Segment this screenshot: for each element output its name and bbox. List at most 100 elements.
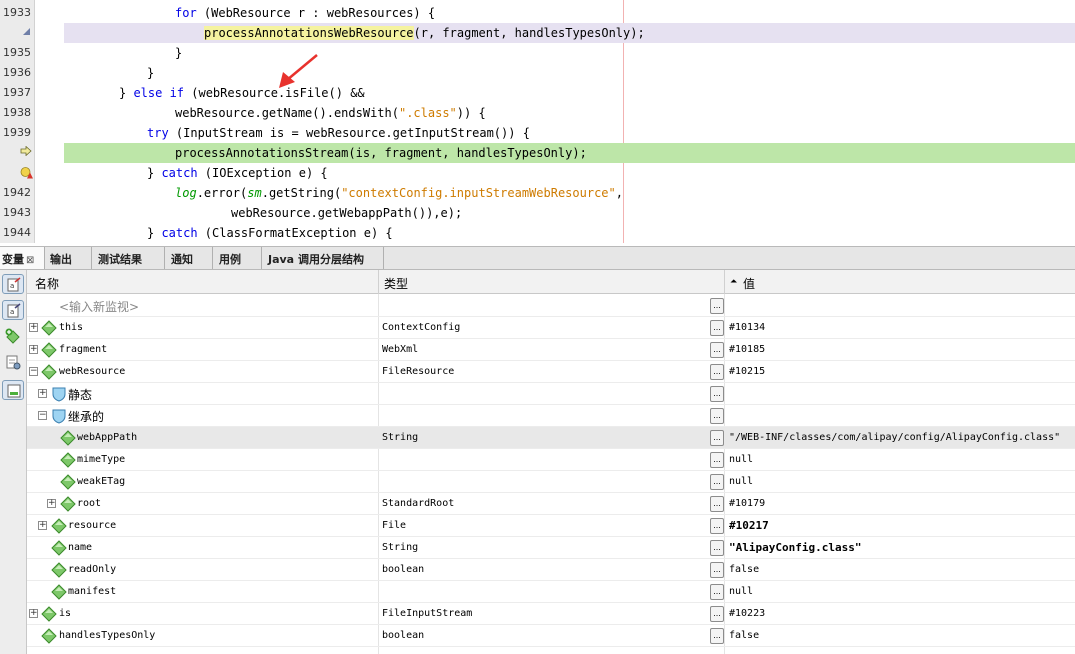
collapse-icon[interactable]: − (38, 411, 47, 420)
code-line[interactable]: 1939 try (InputStream is = webResource.g… (0, 123, 1075, 143)
code-text: webResource.getWebappPath()),e); (231, 206, 463, 220)
edit-button[interactable]: ... (710, 496, 724, 512)
table-row[interactable]: webAppPath String... "/WEB-INF/classes/com… (27, 427, 1075, 449)
variable-value[interactable]: false (729, 564, 759, 575)
expand-icon[interactable]: + (29, 345, 38, 354)
collapse-icon[interactable]: − (29, 367, 38, 376)
variable-value[interactable]: null (729, 476, 753, 487)
edit-button[interactable]: ... (710, 386, 724, 402)
table-row[interactable]: − 继承的... (27, 405, 1075, 427)
code-line[interactable]: 1937 } else if (webResource.isFile() && (0, 83, 1075, 103)
code-line[interactable]: processAnnotationsWebResource(r, fragmen… (0, 23, 1075, 43)
table-row[interactable]: + this ContextConfig... #10134 (27, 317, 1075, 339)
code-line[interactable]: 1935 } (0, 43, 1075, 63)
edit-button[interactable]: ... (710, 364, 724, 380)
variable-value[interactable]: #10223 (729, 608, 765, 619)
edit-button[interactable]: ... (710, 430, 724, 446)
expand-icon[interactable]: + (38, 521, 47, 530)
code-text: for (WebResource r : webResources) { (175, 6, 436, 20)
table-row[interactable]: name String... "AlipayConfig.class" (27, 537, 1075, 559)
table-row[interactable]: + root StandardRoot... #10179 (27, 493, 1075, 515)
code-editor[interactable]: 1933 for (WebResource r : webResources) … (0, 0, 1075, 243)
variables-table[interactable]: 名称 类型 ⏶ 值 <输入新监视> ... + this ContextConfig… (27, 270, 1075, 654)
column-header-value[interactable]: 值 (743, 275, 755, 292)
table-row[interactable]: + is FileInputStream... #10223 (27, 603, 1075, 625)
table-row[interactable]: manifest... null (27, 581, 1075, 603)
edit-button[interactable]: ... (710, 518, 724, 534)
close-icon[interactable]: ⊠ (26, 255, 34, 266)
sort-ascending-icon[interactable]: ⏶ (730, 277, 737, 287)
variable-value[interactable]: #10215 (729, 366, 765, 377)
settings-icon[interactable] (2, 352, 24, 372)
variable-name: webAppPath (77, 432, 138, 443)
edit-button[interactable]: ... (710, 584, 724, 600)
line-number: 1933 (3, 6, 31, 19)
tab-usages[interactable]: 用例 (213, 247, 262, 269)
code-text: webResource.getName().endsWith(".class")… (175, 106, 486, 120)
variable-value[interactable]: "/WEB-INF/classes/com/alipay/config/Alip… (729, 432, 1060, 443)
code-line-current[interactable]: processAnnotationsStream(is, fragment, h… (0, 143, 1075, 163)
table-row[interactable]: weakETag... null (27, 471, 1075, 493)
line-number: 1937 (3, 86, 31, 99)
variable-type: WebXml (382, 344, 419, 355)
tab-test-results[interactable]: 测试结果 (92, 247, 165, 269)
edit-button[interactable]: ... (710, 628, 724, 644)
table-row[interactable]: mimeType... null (27, 449, 1075, 471)
panel-icon[interactable] (2, 380, 24, 400)
tab-java-call-hierarchy[interactable]: Java 调用分层结构 (262, 247, 384, 269)
table-row[interactable]: handlesTypesOnly boolean... false (27, 625, 1075, 647)
line-number: 1942 (3, 186, 31, 199)
new-watch-row[interactable]: <输入新监视> ... (27, 295, 1075, 317)
expand-icon[interactable]: + (38, 389, 47, 398)
variables-icon[interactable]: a (2, 300, 24, 320)
code-line[interactable]: 1944 } catch (ClassFormatException e) { (0, 223, 1075, 243)
variable-value[interactable]: #10217 (729, 519, 769, 532)
variable-name: name (68, 542, 93, 553)
code-line[interactable]: 1938 webResource.getName().endsWith(".cl… (0, 103, 1075, 123)
variable-value[interactable]: "AlipayConfig.class" (729, 541, 861, 554)
edit-button[interactable]: ... (710, 562, 724, 578)
edit-button[interactable]: ... (710, 452, 724, 468)
code-line[interactable]: 1942 log.error(sm.getString("contextConf… (0, 183, 1075, 203)
expand-icon[interactable]: + (29, 323, 38, 332)
variable-value[interactable]: #10179 (729, 498, 765, 509)
edit-button[interactable]: ... (710, 408, 724, 424)
collapse-marker-icon[interactable] (19, 26, 33, 40)
table-row[interactable]: + resource File... #10217 (27, 515, 1075, 537)
tab-output[interactable]: 输出 (45, 247, 92, 269)
watch-icon[interactable]: a (2, 274, 24, 294)
expand-icon[interactable]: + (47, 499, 56, 508)
breakpoint-warning-icon[interactable] (19, 166, 33, 180)
code-line[interactable]: } catch (IOException e) { (0, 163, 1075, 183)
edit-button[interactable]: ... (710, 342, 724, 358)
variable-value[interactable]: null (729, 586, 753, 597)
code-line[interactable]: 1933 for (WebResource r : webResources) … (0, 3, 1075, 23)
table-row[interactable]: readOnly boolean... false (27, 559, 1075, 581)
variable-value[interactable]: null (729, 454, 753, 465)
edit-button[interactable]: ... (710, 474, 724, 490)
table-row[interactable]: + fragment WebXml... #10185 (27, 339, 1075, 361)
edit-button[interactable]: ... (710, 606, 724, 622)
code-line[interactable]: 1943 webResource.getWebappPath()),e); (0, 203, 1075, 223)
table-row[interactable]: + 静态... (27, 383, 1075, 405)
column-header-name[interactable]: 名称 (35, 275, 59, 292)
variable-value[interactable]: #10185 (729, 344, 765, 355)
edit-button[interactable]: ... (710, 320, 724, 336)
debug-tab-bar: 变量 ⊠ 输出 测试结果 通知 用例 Java 调用分层结构 (0, 246, 1075, 270)
tab-notifications[interactable]: 通知 (165, 247, 213, 269)
code-line[interactable]: 1936 } (0, 63, 1075, 83)
new-watch-icon[interactable] (2, 326, 24, 346)
edit-button[interactable]: ... (710, 540, 724, 556)
variable-value[interactable]: false (729, 630, 759, 641)
tab-variables[interactable]: 变量 ⊠ (0, 247, 45, 269)
variable-type: FileResource (382, 366, 455, 377)
new-watch-placeholder[interactable]: <输入新监视> (59, 298, 139, 315)
variable-name: mimeType (77, 454, 126, 465)
column-header-type[interactable]: 类型 (384, 275, 408, 292)
table-row[interactable]: − webResource FileResource... #10215 (27, 361, 1075, 383)
variable-name: root (77, 498, 102, 509)
expand-icon[interactable]: + (29, 609, 38, 618)
variable-diamond-icon (51, 584, 67, 600)
variable-value[interactable]: #10134 (729, 322, 765, 333)
edit-button[interactable]: ... (710, 298, 724, 314)
